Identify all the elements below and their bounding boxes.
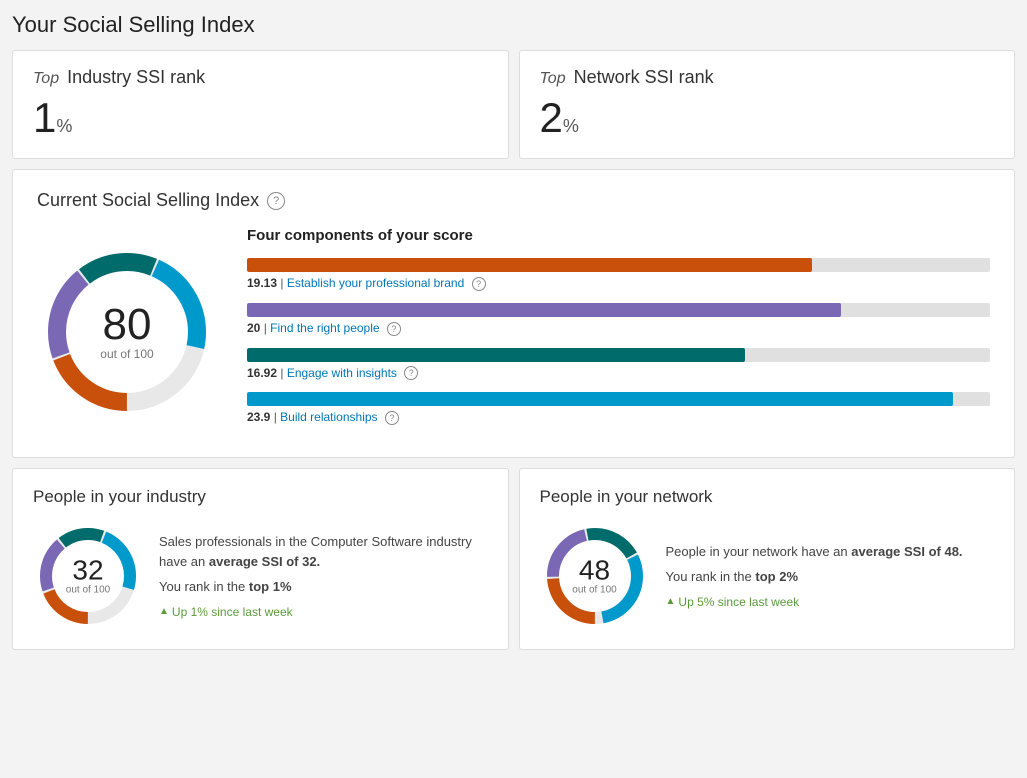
ssi-title-text: Current Social Selling Index [37,190,259,211]
component-label-0: 19.13 | Establish your professional bran… [247,276,990,291]
network-desc-p1: People in your network have an [666,544,848,559]
network-avg-label: average SSI of 48. [851,544,962,559]
component-row-3: 23.9 | Build relationships ? [247,392,990,425]
component-row-2: 16.92 | Engage with insights ? [247,348,990,381]
component-bar-bg-1 [247,303,990,317]
network-people-content: 48 out of 100 People in your network hav… [540,521,995,631]
page-title: Your Social Selling Index [12,12,1015,38]
network-rank-value: 2 [540,94,563,141]
components-title: Four components of your score [247,227,990,244]
industry-top-rank: top 1% [249,579,292,594]
network-rank-title: Network SSI rank [574,67,714,88]
industry-people-text: Sales professionals in the Computer Soft… [159,532,488,621]
component-link-1[interactable]: Find the right people [270,321,379,335]
people-cards-row: People in your industry 32 out of 100 Sa… [12,468,1015,650]
component-score-1: 20 [247,321,260,335]
network-desc-p2: You rank in the [666,569,752,584]
component-label-3: 23.9 | Build relationships ? [247,410,990,425]
ssi-card: Current Social Selling Index ? 80 [12,169,1015,458]
component-link-2[interactable]: Engage with insights [287,366,397,380]
component-help-icon-2[interactable]: ? [404,366,418,380]
component-bar-bg-0 [247,258,990,272]
network-score: 48 [572,557,616,585]
network-rank-header: Top Network SSI rank [540,67,995,88]
industry-up-indicator: Up 1% since last week [159,603,488,621]
components-section: Four components of your score 19.13 | Es… [247,227,990,437]
component-help-icon-0[interactable]: ? [472,277,486,291]
network-rank-card: Top Network SSI rank 2% [519,50,1016,159]
component-bar-fill-2 [247,348,745,362]
ssi-title: Current Social Selling Index ? [37,190,990,211]
component-bar-fill-0 [247,258,812,272]
network-people-text: People in your network have an average S… [666,542,963,611]
industry-rank-value-row: 1% [33,94,488,142]
network-people-card: People in your network 48 out of 100 Peo… [519,468,1016,650]
component-help-icon-1[interactable]: ? [387,322,401,336]
ssi-donut-chart: 80 out of 100 [37,242,217,422]
components-list: 19.13 | Establish your professional bran… [247,258,990,425]
industry-rank-header: Top Industry SSI rank [33,67,488,88]
industry-rank-pct: % [56,116,72,136]
industry-score: 32 [66,557,110,585]
industry-rank-card: Top Industry SSI rank 1% [12,50,509,159]
component-help-icon-3[interactable]: ? [385,411,399,425]
network-rank-pct: % [563,116,579,136]
industry-top-label: Top [33,70,59,88]
industry-people-content: 32 out of 100 Sales professionals in the… [33,521,488,631]
network-top-label: Top [540,70,566,88]
ssi-score: 80 [100,303,153,347]
component-label-1: 20 | Find the right people ? [247,321,990,336]
ssi-score-sub: out of 100 [100,347,153,361]
component-link-0[interactable]: Establish your professional brand [287,276,464,290]
industry-rank-title: Industry SSI rank [67,67,205,88]
network-score-sub: out of 100 [572,585,616,596]
component-score-0: 19.13 [247,276,277,290]
component-bar-fill-1 [247,303,841,317]
component-label-2: 16.92 | Engage with insights ? [247,366,990,381]
network-people-title: People in your network [540,487,995,507]
component-link-3[interactable]: Build relationships [280,410,377,424]
ssi-content: 80 out of 100 Four components of your sc… [37,227,990,437]
industry-donut-center: 32 out of 100 [66,557,110,596]
industry-people-title: People in your industry [33,487,488,507]
industry-mini-donut: 32 out of 100 [33,521,143,631]
component-row-1: 20 | Find the right people ? [247,303,990,336]
component-bar-bg-3 [247,392,990,406]
industry-people-card: People in your industry 32 out of 100 Sa… [12,468,509,650]
component-bar-bg-2 [247,348,990,362]
industry-rank-value: 1 [33,94,56,141]
ssi-donut-center: 80 out of 100 [100,303,153,361]
network-mini-donut: 48 out of 100 [540,521,650,631]
industry-desc-p2: You rank in the [159,579,245,594]
component-row-0: 19.13 | Establish your professional bran… [247,258,990,291]
network-up-indicator: Up 5% since last week [666,593,963,611]
industry-avg-label: average SSI of 32. [209,554,320,569]
rank-cards-row: Top Industry SSI rank 1% Top Network SSI… [12,50,1015,159]
component-score-3: 23.9 [247,410,270,424]
component-bar-fill-3 [247,392,953,406]
network-donut-center: 48 out of 100 [572,557,616,596]
ssi-help-icon[interactable]: ? [267,192,285,210]
component-score-2: 16.92 [247,366,277,380]
network-rank-value-row: 2% [540,94,995,142]
network-top-rank: top 2% [755,569,798,584]
industry-score-sub: out of 100 [66,585,110,596]
